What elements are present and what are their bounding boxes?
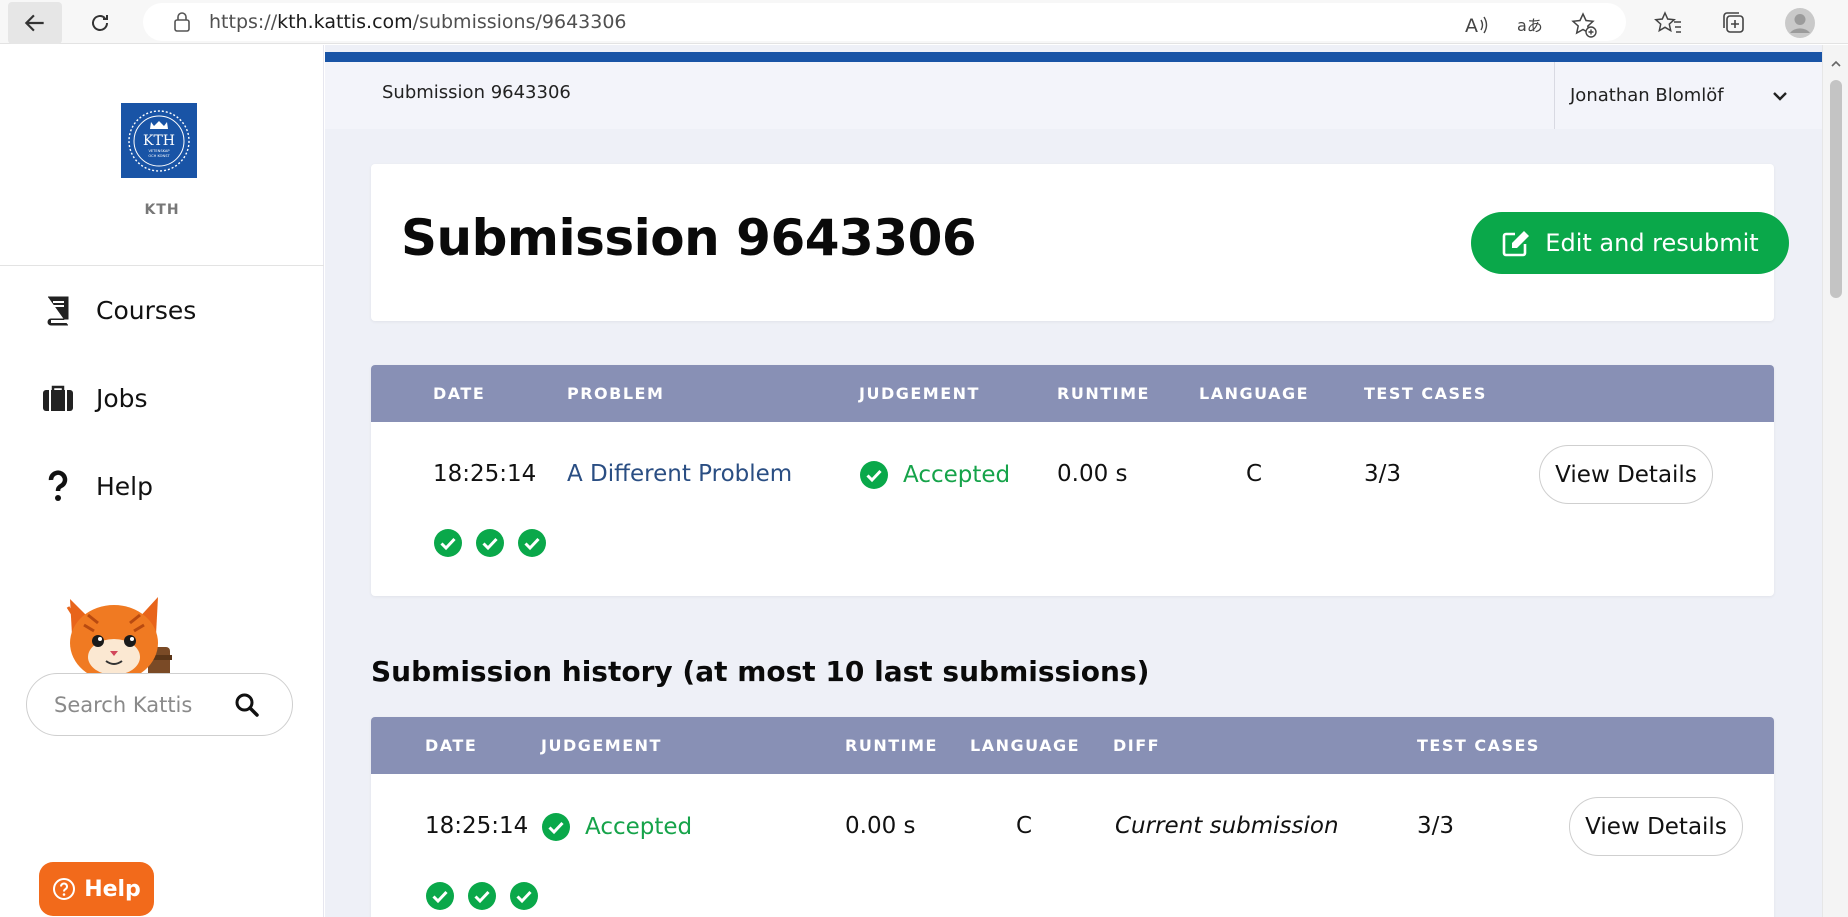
test-cases-cell: 3/3	[1417, 813, 1455, 839]
test-case-results	[433, 528, 559, 558]
favorites-icon[interactable]	[1651, 6, 1685, 40]
search-box[interactable]	[26, 673, 293, 736]
check-circle-icon	[542, 813, 570, 841]
sidebar-item-jobs[interactable]: Jobs	[42, 378, 148, 418]
briefcase-icon	[42, 382, 74, 414]
runtime-cell: 0.00 s	[845, 813, 916, 839]
lock-icon[interactable]	[171, 11, 193, 33]
column-header: DATE	[433, 384, 486, 403]
url-text[interactable]: https://kth.kattis.com/submissions/96433…	[209, 11, 627, 33]
column-header: TEST CASES	[1417, 736, 1540, 755]
reload-icon	[92, 15, 108, 31]
view-details-button[interactable]: View Details	[1539, 445, 1713, 504]
top-bar: Submission 9643306 Jonathan Blomlöf	[325, 62, 1822, 129]
edit-icon	[1502, 231, 1530, 257]
translate-icon[interactable]: aあ	[1516, 11, 1544, 39]
scroll-up-icon[interactable]	[1831, 59, 1841, 69]
test-passed-icon[interactable]	[509, 881, 539, 911]
svg-text:aあ: aあ	[1517, 16, 1543, 35]
search-icon[interactable]	[234, 692, 260, 718]
column-header: JUDGEMENT	[859, 384, 980, 403]
column-header: DIFF	[1113, 736, 1161, 755]
add-favorite-icon[interactable]	[1570, 11, 1598, 39]
language-cell: C	[1246, 461, 1263, 487]
org-label: KTH	[144, 202, 180, 218]
submission-table: DATE PROBLEM JUDGEMENT RUNTIME LANGUAGE …	[371, 365, 1774, 596]
user-menu[interactable]: Jonathan Blomlöf	[1554, 62, 1822, 129]
profile-avatar-icon[interactable]	[1783, 6, 1817, 40]
column-header: DATE	[425, 736, 478, 755]
language-cell: C	[1016, 813, 1033, 839]
sidebar-item-label: Jobs	[96, 383, 148, 413]
main-content: Submission 9643306 Jonathan Blomlöf Subm…	[325, 45, 1822, 917]
search-input[interactable]	[54, 692, 234, 717]
user-name: Jonathan Blomlöf	[1570, 85, 1724, 106]
address-bar[interactable]: https://kth.kattis.com/submissions/96433…	[143, 3, 1626, 41]
test-passed-icon[interactable]	[467, 881, 497, 911]
table-header: DATE JUDGEMENT RUNTIME LANGUAGE DIFF TES…	[371, 717, 1774, 774]
question-circle-icon	[53, 878, 76, 900]
runtime-cell: 0.00 s	[1057, 461, 1128, 487]
scrollbar-thumb[interactable]	[1830, 80, 1842, 298]
back-button[interactable]	[8, 2, 62, 44]
judgement-cell: Accepted	[541, 812, 692, 842]
sidebar-item-courses[interactable]: Courses	[42, 290, 196, 330]
page-scrollbar[interactable]	[1822, 45, 1848, 917]
help-button-label: Help	[84, 876, 141, 902]
edit-button-label: Edit and resubmit	[1545, 229, 1759, 257]
breadcrumb: Submission 9643306	[382, 82, 571, 103]
top-accent-bar	[325, 52, 1822, 62]
judgement-label: Accepted	[585, 814, 693, 840]
edit-and-resubmit-button[interactable]: Edit and resubmit	[1471, 212, 1789, 274]
page-title: Submission 9643306	[401, 209, 977, 267]
book-icon	[42, 294, 74, 326]
column-header: PROBLEM	[567, 384, 665, 403]
column-header: JUDGEMENT	[541, 736, 662, 755]
arrow-left-icon	[24, 14, 44, 32]
history-table: DATE JUDGEMENT RUNTIME LANGUAGE DIFF TES…	[371, 717, 1774, 917]
svg-text:A: A	[1465, 15, 1478, 36]
test-passed-icon[interactable]	[475, 528, 505, 558]
check-circle-icon	[860, 461, 888, 489]
help-floating-button[interactable]: Help	[39, 862, 154, 916]
svg-text:VETENSKAP: VETENSKAP	[148, 149, 170, 153]
collections-icon[interactable]	[1717, 6, 1751, 40]
table-header: DATE PROBLEM JUDGEMENT RUNTIME LANGUAGE …	[371, 365, 1774, 422]
svg-text:KTH: KTH	[143, 133, 175, 149]
submission-header-card: Submission 9643306 Edit and resubmit	[371, 164, 1789, 321]
test-case-results	[425, 881, 551, 911]
read-aloud-icon[interactable]: A	[1463, 11, 1491, 39]
kth-crest-icon: KTH VETENSKAP OCH KONST	[128, 109, 190, 172]
browser-toolbar: https://kth.kattis.com/submissions/96433…	[0, 0, 1848, 44]
history-title: Submission history (at most 10 last subm…	[371, 655, 1150, 688]
sidebar-item-label: Courses	[96, 295, 197, 325]
column-header: LANGUAGE	[1199, 384, 1310, 403]
column-header: LANGUAGE	[970, 736, 1081, 755]
column-header: TEST CASES	[1364, 384, 1487, 403]
svg-text:OCH KONST: OCH KONST	[148, 154, 170, 158]
judgement-cell: Accepted	[859, 460, 1010, 490]
kth-logo[interactable]: KTH VETENSKAP OCH KONST	[121, 103, 197, 178]
sidebar-divider	[0, 265, 324, 266]
test-cases-cell: 3/3	[1364, 461, 1402, 487]
diff-cell: Current submission	[1115, 813, 1339, 839]
view-details-button[interactable]: View Details	[1569, 797, 1743, 856]
reload-button[interactable]	[73, 2, 127, 44]
column-header: RUNTIME	[845, 736, 938, 755]
column-header: RUNTIME	[1057, 384, 1150, 403]
judgement-label: Accepted	[903, 462, 1011, 488]
sidebar: KTH VETENSKAP OCH KONST KTH Courses Jobs…	[0, 45, 324, 917]
test-passed-icon[interactable]	[433, 528, 463, 558]
problem-link[interactable]: A Different Problem	[567, 461, 792, 487]
sidebar-item-label: Help	[96, 471, 153, 501]
question-icon	[42, 470, 74, 502]
test-passed-icon[interactable]	[517, 528, 547, 558]
chevron-down-icon	[1768, 84, 1792, 108]
date-cell: 18:25:14	[425, 813, 529, 839]
sidebar-item-help[interactable]: Help	[42, 466, 153, 506]
test-passed-icon[interactable]	[425, 881, 455, 911]
date-cell: 18:25:14	[433, 461, 537, 487]
